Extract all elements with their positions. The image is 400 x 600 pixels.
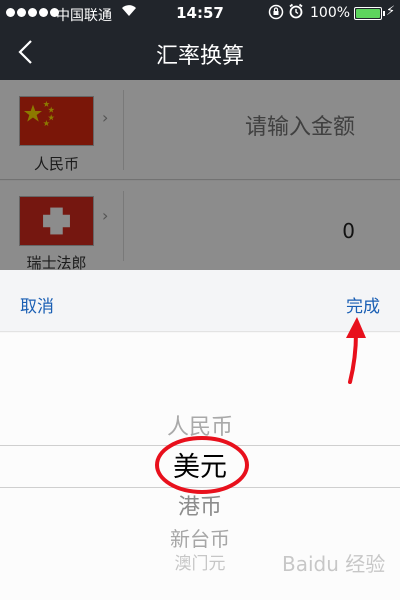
status-bar: 中国联通 14:57 100% ⚡ (0, 0, 400, 26)
charging-icon: ⚡ (386, 4, 396, 19)
page-title: 汇率换算 (155, 44, 244, 69)
picker-option-selected[interactable]: 美元 (0, 445, 400, 484)
picker-toolbar: 取消 完成 (0, 270, 400, 332)
modal-overlay[interactable] (0, 80, 400, 270)
done-button[interactable]: 完成 (346, 292, 380, 317)
top-bar: 中国联通 14:57 100% ⚡ 汇率换算 (0, 0, 400, 80)
battery-icon (354, 7, 385, 20)
picker-option[interactable]: 人民币 (0, 409, 400, 441)
cancel-button[interactable]: 取消 (20, 292, 54, 317)
rotation-lock-icon (268, 4, 284, 24)
picker-option[interactable]: 港币 (0, 489, 400, 521)
alarm-icon (288, 3, 304, 23)
battery-percent: 100% (310, 5, 351, 21)
watermark: Baidu 经验 (282, 552, 386, 576)
selection-line-bottom (0, 487, 400, 488)
battery-fill (356, 9, 380, 18)
